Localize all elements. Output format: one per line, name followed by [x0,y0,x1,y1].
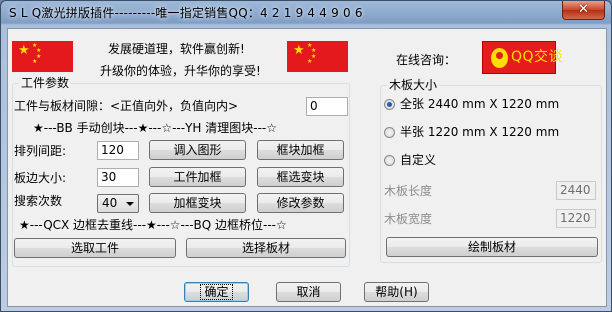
board-size-title: 木板大小 [387,78,440,92]
frame-add-border-button[interactable]: 框块加框 [257,140,344,160]
margin-input[interactable]: 30 [97,168,139,187]
board-width-input[interactable]: 1220 [556,209,596,228]
qq-penguin-icon [491,48,508,68]
part-params-title: 工件参数 [19,76,72,90]
select-board-button[interactable]: 选择板材 [186,238,346,258]
full-sheet-label[interactable]: 全张 2440 mm X 1220 mm [400,97,559,111]
chevron-down-icon [126,202,134,206]
slogan-line-2: 升级你的体验，升华你的享受! [100,64,261,78]
china-flag-icon: ★ ★ ★ ★ ★ [287,41,348,72]
qcx-bq-hint: ★---QCX 边框去重线---★---☆---BQ 边框桥位---☆ [19,218,287,232]
board-width-label: 木板宽度 [384,212,433,226]
dialog-client-area: ★ ★ ★ ★ ★ 发展硬道理，软件赢创新! 升级你的体验，升华你的享受! ★ ★ ★ ★ ★ … [7,28,607,307]
close-button[interactable]: ✕ [562,1,605,20]
spacing-input[interactable]: 120 [97,141,139,160]
custom-size-radio[interactable] [384,155,395,166]
search-count-select[interactable]: 40 [97,194,139,213]
board-length-input[interactable]: 2440 [556,181,596,200]
half-sheet-radio[interactable] [384,127,395,138]
ok-button-label: 确定 [200,284,233,300]
half-sheet-label[interactable]: 半张 1220 mm X 1220 mm [400,125,559,139]
close-icon: ✕ [578,2,589,17]
online-consult-label: 在线咨询： [396,53,457,67]
frame-select-block-button[interactable]: 框选变块 [257,167,344,187]
draw-board-button[interactable]: 绘制板材 [386,237,598,257]
spacing-label: 排列间距: [14,144,67,158]
search-count-label: 搜索次数 [14,194,63,208]
cancel-button[interactable]: 取消 [276,282,341,302]
board-length-label: 木板长度 [384,184,433,198]
add-frame-block-button[interactable]: 加框变块 [149,193,246,213]
window-title: S L Q激光拼版插件---------唯一指定销售QQ：4 2 1 9 4 4… [9,6,363,20]
modify-params-button[interactable]: 修改参数 [257,193,344,213]
slogan-line-1: 发展硬道理，软件赢创新! [108,42,245,56]
qq-chat-label: QQ交谈 [511,49,564,65]
gap-input[interactable]: 0 [306,97,348,116]
qq-chat-button[interactable]: QQ交谈 [482,41,563,74]
import-graphics-button[interactable]: 调入图形 [149,140,246,160]
title-bar[interactable]: S L Q激光拼版插件---------唯一指定销售QQ：4 2 1 9 4 4… [1,1,611,25]
dialog-window: S L Q激光拼版插件---------唯一指定销售QQ：4 2 1 9 4 4… [0,0,612,312]
china-flag-icon: ★ ★ ★ ★ ★ [12,41,73,72]
custom-size-label[interactable]: 自定义 [400,153,436,167]
ok-button[interactable]: 确定 [184,282,249,302]
gap-label: 工件与板材间隙：<正值向外，负值向内> [14,99,239,113]
bb-yh-hint: ★---BB 手动创块---★---☆---YH 清理图块---☆ [33,121,278,135]
part-add-border-button[interactable]: 工件加框 [149,167,246,187]
search-count-value: 40 [102,196,118,210]
full-sheet-radio[interactable] [384,99,395,110]
help-button[interactable]: 帮助(H) [364,282,429,302]
select-parts-button[interactable]: 选取工件 [14,238,176,258]
margin-label: 板边大小: [14,171,67,185]
